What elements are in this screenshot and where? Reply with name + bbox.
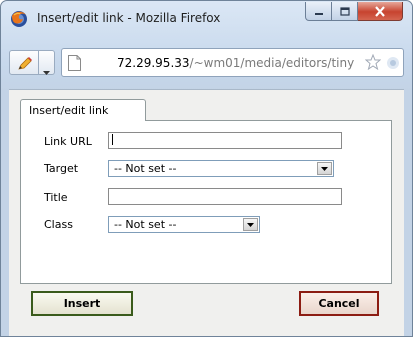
insert-button[interactable]: Insert bbox=[31, 291, 133, 316]
class-select-value: -- Not set -- bbox=[114, 218, 177, 231]
edit-button[interactable] bbox=[9, 50, 39, 75]
minimize-icon bbox=[314, 2, 324, 21]
close-button[interactable] bbox=[358, 2, 403, 21]
address-bar[interactable]: 72.29.95.33/~wm01/media/editors/tiny bbox=[61, 48, 404, 77]
chevron-down-icon[interactable] bbox=[317, 162, 332, 175]
edit-dropdown-button[interactable] bbox=[39, 50, 55, 75]
link-url-input[interactable] bbox=[108, 132, 342, 149]
firefox-icon bbox=[10, 10, 28, 28]
text-cursor bbox=[112, 134, 113, 145]
class-select[interactable]: -- Not set -- bbox=[108, 216, 260, 233]
page-icon bbox=[68, 55, 81, 71]
tab-label: Insert/edit link bbox=[29, 104, 109, 117]
title-bar[interactable]: Insert/edit link - Mozilla Firefox bbox=[1, 1, 412, 31]
caption-buttons bbox=[305, 2, 403, 22]
maximize-button[interactable] bbox=[332, 2, 358, 21]
star-icon[interactable] bbox=[364, 53, 382, 71]
title-input[interactable] bbox=[108, 188, 342, 205]
close-icon bbox=[374, 2, 386, 21]
chevron-down-icon bbox=[43, 61, 50, 80]
url-path: /~wm01/media/editors/tiny bbox=[189, 56, 355, 70]
chevron-down-icon[interactable] bbox=[243, 218, 258, 231]
cancel-button[interactable]: Cancel bbox=[299, 291, 379, 316]
pencil-icon bbox=[17, 56, 33, 75]
target-select-value: -- Not set -- bbox=[114, 162, 177, 175]
tab-insert-edit-link[interactable]: Insert/edit link bbox=[20, 99, 146, 121]
window-title: Insert/edit link - Mozilla Firefox bbox=[37, 11, 221, 25]
navigation-bar: 72.29.95.33/~wm01/media/editors/tiny bbox=[9, 46, 404, 80]
class-label: Class bbox=[44, 218, 73, 231]
feed-icon[interactable] bbox=[386, 55, 400, 69]
minimize-button[interactable] bbox=[305, 2, 332, 21]
url-text: 72.29.95.33/~wm01/media/editors/tiny bbox=[117, 56, 354, 70]
link-url-label: Link URL bbox=[44, 135, 92, 148]
maximize-icon bbox=[339, 2, 350, 21]
target-label: Target bbox=[44, 162, 79, 175]
url-host: 72.29.95.33 bbox=[117, 56, 190, 70]
target-select[interactable]: -- Not set -- bbox=[108, 160, 334, 177]
title-label: Title bbox=[44, 191, 68, 204]
